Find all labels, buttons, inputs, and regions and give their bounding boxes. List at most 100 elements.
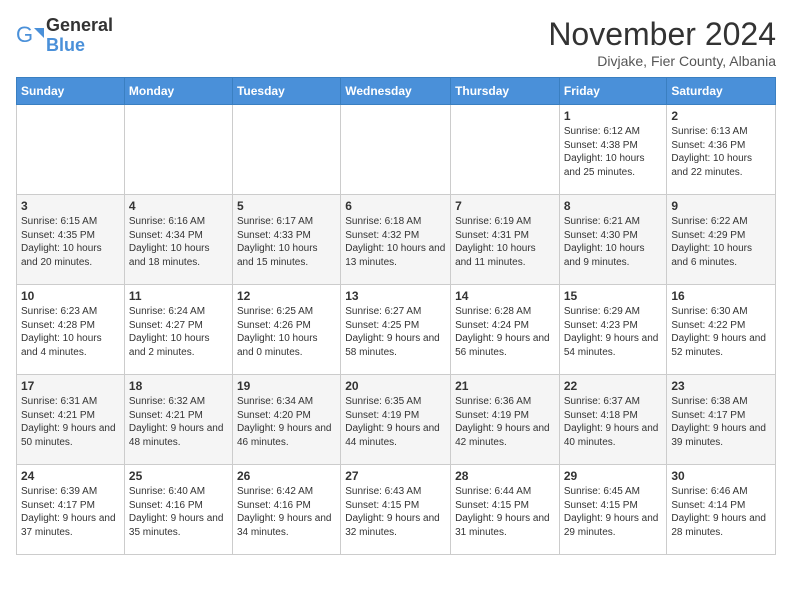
- calendar-cell: 25 Sunrise: 6:40 AM Sunset: 4:16 PM Dayli…: [124, 465, 232, 555]
- day-info: Sunrise: 6:35 AM Sunset: 4:19 PM Dayligh…: [345, 395, 446, 449]
- day-info: Sunrise: 6:32 AM Sunset: 4:21 PM Dayligh…: [129, 395, 228, 449]
- calendar-week-row: 1Sunrise: 6:12 AM Sunset: 4:38 PM Daylig…: [17, 105, 776, 195]
- day-number: 7: [455, 199, 555, 213]
- calendar-week-row: 17Sunrise: 6:31 AM Sunset: 4:21 PM Dayli…: [17, 375, 776, 465]
- weekday-header-monday: Monday: [124, 78, 232, 105]
- day-info: Sunrise: 6:18 AM Sunset: 4:32 PM Dayligh…: [345, 215, 446, 269]
- calendar-cell: 23Sunrise: 6:38 AM Sunset: 4:17 PM Dayli…: [667, 375, 776, 465]
- calendar-cell: 13 Sunrise: 6:27 AM Sunset: 4:25 PM Dayli…: [341, 285, 451, 375]
- weekday-header-saturday: Saturday: [667, 78, 776, 105]
- calendar-cell: [451, 105, 560, 195]
- calendar-cell: 5 Sunrise: 6:17 AM Sunset: 4:33 PM Daylig…: [232, 195, 340, 285]
- day-number: 18: [129, 379, 228, 393]
- calendar-cell: 28 Sunrise: 6:44 AM Sunset: 4:15 PM Dayli…: [451, 465, 560, 555]
- location-subtitle: Divjake, Fier County, Albania: [548, 53, 776, 69]
- calendar-cell: [232, 105, 340, 195]
- calendar-cell: 20 Sunrise: 6:35 AM Sunset: 4:19 PM Dayli…: [341, 375, 451, 465]
- calendar-cell: 17Sunrise: 6:31 AM Sunset: 4:21 PM Dayli…: [17, 375, 125, 465]
- day-number: 1: [564, 109, 663, 123]
- day-info: Sunrise: 6:28 AM Sunset: 4:24 PM Dayligh…: [455, 305, 555, 359]
- day-number: 22: [564, 379, 663, 393]
- day-info: Sunrise: 6:17 AM Sunset: 4:33 PM Dayligh…: [237, 215, 336, 269]
- day-number: 20: [345, 379, 446, 393]
- day-info: Sunrise: 6:27 AM Sunset: 4:25 PM Dayligh…: [345, 305, 446, 359]
- calendar-cell: 6 Sunrise: 6:18 AM Sunset: 4:32 PM Daylig…: [341, 195, 451, 285]
- day-number: 16: [671, 289, 771, 303]
- day-info: Sunrise: 6:44 AM Sunset: 4:15 PM Dayligh…: [455, 485, 555, 539]
- day-info: Sunrise: 6:39 AM Sunset: 4:17 PM Dayligh…: [21, 485, 120, 539]
- month-title: November 2024: [548, 16, 776, 53]
- weekday-header-sunday: Sunday: [17, 78, 125, 105]
- day-number: 13: [345, 289, 446, 303]
- day-info: Sunrise: 6:15 AM Sunset: 4:35 PM Dayligh…: [21, 215, 120, 269]
- day-number: 12: [237, 289, 336, 303]
- day-number: 21: [455, 379, 555, 393]
- logo-general-text: General: [46, 16, 113, 36]
- calendar-cell: 22 Sunrise: 6:37 AM Sunset: 4:18 PM Dayli…: [559, 375, 667, 465]
- calendar-week-row: 24 Sunrise: 6:39 AM Sunset: 4:17 PM Dayli…: [17, 465, 776, 555]
- calendar-cell: 15Sunrise: 6:29 AM Sunset: 4:23 PM Dayli…: [559, 285, 667, 375]
- calendar-cell: 27 Sunrise: 6:43 AM Sunset: 4:15 PM Dayli…: [341, 465, 451, 555]
- calendar-cell: 7 Sunrise: 6:19 AM Sunset: 4:31 PM Daylig…: [451, 195, 560, 285]
- weekday-header-friday: Friday: [559, 78, 667, 105]
- day-number: 2: [671, 109, 771, 123]
- day-number: 28: [455, 469, 555, 483]
- svg-text:G: G: [16, 22, 33, 47]
- calendar-cell: 24 Sunrise: 6:39 AM Sunset: 4:17 PM Dayli…: [17, 465, 125, 555]
- day-info: Sunrise: 6:42 AM Sunset: 4:16 PM Dayligh…: [237, 485, 336, 539]
- calendar-cell: 14 Sunrise: 6:28 AM Sunset: 4:24 PM Dayli…: [451, 285, 560, 375]
- calendar-cell: 19 Sunrise: 6:34 AM Sunset: 4:20 PM Dayli…: [232, 375, 340, 465]
- calendar-cell: [124, 105, 232, 195]
- day-info: Sunrise: 6:45 AM Sunset: 4:15 PM Dayligh…: [564, 485, 663, 539]
- day-info: Sunrise: 6:16 AM Sunset: 4:34 PM Dayligh…: [129, 215, 228, 269]
- day-number: 8: [564, 199, 663, 213]
- day-info: Sunrise: 6:19 AM Sunset: 4:31 PM Dayligh…: [455, 215, 555, 269]
- day-number: 6: [345, 199, 446, 213]
- day-number: 26: [237, 469, 336, 483]
- day-number: 4: [129, 199, 228, 213]
- calendar-header: SundayMondayTuesdayWednesdayThursdayFrid…: [17, 78, 776, 105]
- day-info: Sunrise: 6:23 AM Sunset: 4:28 PM Dayligh…: [21, 305, 120, 359]
- day-number: 19: [237, 379, 336, 393]
- logo-blue-text: Blue: [46, 36, 113, 56]
- calendar-cell: 4 Sunrise: 6:16 AM Sunset: 4:34 PM Daylig…: [124, 195, 232, 285]
- calendar-cell: 3 Sunrise: 6:15 AM Sunset: 4:35 PM Daylig…: [17, 195, 125, 285]
- calendar-cell: 2Sunrise: 6:13 AM Sunset: 4:36 PM Daylig…: [667, 105, 776, 195]
- logo: G General Blue: [16, 16, 113, 56]
- calendar-cell: 9 Sunrise: 6:22 AM Sunset: 4:29 PM Daylig…: [667, 195, 776, 285]
- day-info: Sunrise: 6:40 AM Sunset: 4:16 PM Dayligh…: [129, 485, 228, 539]
- day-info: Sunrise: 6:43 AM Sunset: 4:15 PM Dayligh…: [345, 485, 446, 539]
- day-number: 30: [671, 469, 771, 483]
- day-number: 27: [345, 469, 446, 483]
- day-number: 5: [237, 199, 336, 213]
- day-number: 9: [671, 199, 771, 213]
- day-info: Sunrise: 6:34 AM Sunset: 4:20 PM Dayligh…: [237, 395, 336, 449]
- calendar-cell: 12Sunrise: 6:25 AM Sunset: 4:26 PM Dayli…: [232, 285, 340, 375]
- calendar-cell: 10 Sunrise: 6:23 AM Sunset: 4:28 PM Dayli…: [17, 285, 125, 375]
- calendar-cell: 30Sunrise: 6:46 AM Sunset: 4:14 PM Dayli…: [667, 465, 776, 555]
- day-info: Sunrise: 6:29 AM Sunset: 4:23 PM Dayligh…: [564, 305, 663, 359]
- calendar-cell: 8 Sunrise: 6:21 AM Sunset: 4:30 PM Daylig…: [559, 195, 667, 285]
- day-info: Sunrise: 6:31 AM Sunset: 4:21 PM Dayligh…: [21, 395, 120, 449]
- calendar-week-row: 3 Sunrise: 6:15 AM Sunset: 4:35 PM Daylig…: [17, 195, 776, 285]
- calendar-cell: 18 Sunrise: 6:32 AM Sunset: 4:21 PM Dayli…: [124, 375, 232, 465]
- calendar-cell: 11 Sunrise: 6:24 AM Sunset: 4:27 PM Dayli…: [124, 285, 232, 375]
- calendar-table: SundayMondayTuesdayWednesdayThursdayFrid…: [16, 77, 776, 555]
- calendar-cell: [17, 105, 125, 195]
- day-info: Sunrise: 6:22 AM Sunset: 4:29 PM Dayligh…: [671, 215, 771, 269]
- day-info: Sunrise: 6:24 AM Sunset: 4:27 PM Dayligh…: [129, 305, 228, 359]
- logo-icon: G: [16, 22, 44, 50]
- day-number: 25: [129, 469, 228, 483]
- day-number: 24: [21, 469, 120, 483]
- calendar-cell: 16Sunrise: 6:30 AM Sunset: 4:22 PM Dayli…: [667, 285, 776, 375]
- calendar-cell: 26 Sunrise: 6:42 AM Sunset: 4:16 PM Dayli…: [232, 465, 340, 555]
- day-info: Sunrise: 6:38 AM Sunset: 4:17 PM Dayligh…: [671, 395, 771, 449]
- weekday-header-wednesday: Wednesday: [341, 78, 451, 105]
- day-number: 14: [455, 289, 555, 303]
- day-info: Sunrise: 6:37 AM Sunset: 4:18 PM Dayligh…: [564, 395, 663, 449]
- day-info: Sunrise: 6:21 AM Sunset: 4:30 PM Dayligh…: [564, 215, 663, 269]
- calendar-cell: 21Sunrise: 6:36 AM Sunset: 4:19 PM Dayli…: [451, 375, 560, 465]
- day-number: 11: [129, 289, 228, 303]
- day-number: 10: [21, 289, 120, 303]
- day-number: 3: [21, 199, 120, 213]
